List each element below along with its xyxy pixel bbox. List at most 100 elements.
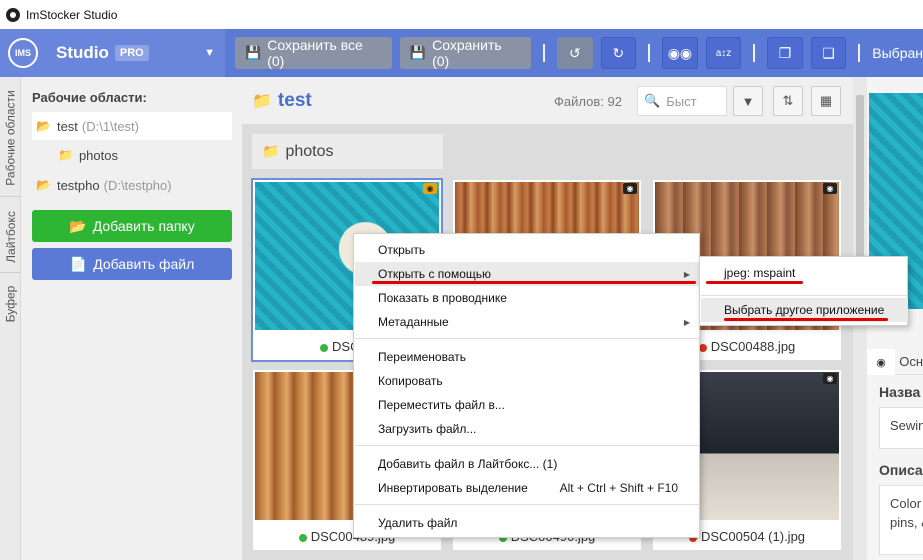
grid-icon: ▦ [819,93,833,108]
menu-item-open[interactable]: Открыть [355,238,700,262]
redo-icon: ↻ [612,44,625,61]
save-all-icon: 💾 [245,45,262,60]
menu-divider [355,504,700,505]
name-field[interactable]: Sewin [879,407,923,449]
add-file-button[interactable]: 📄 Добавить файл [32,248,232,280]
toolbar: IMS Studio PRO ▼ 💾 Сохранить все (0) 💾 С… [0,29,923,77]
menu-item-metadata[interactable]: Метаданные ▶ [355,310,700,334]
menu-item-invert-selection[interactable]: Инвертировать выделение Alt + Ctrl + Shif… [355,476,700,500]
name-label: Назва [879,384,921,400]
camera-icon: ◉ [876,356,886,369]
folder-icon: 📁 [58,148,73,162]
title-bar: ImStocker Studio [0,0,923,29]
paste-button[interactable]: ❏ [810,37,847,69]
context-menu: Открыть Открыть с помощью ▶ Показать в пр… [353,233,700,538]
menu-item-add-to-lightbox[interactable]: Добавить файл в Лайтбокс... (1) [355,452,700,476]
save-label: Сохранить (0) [432,37,502,69]
filter-button[interactable]: ▼ [733,86,763,116]
menu-item-delete-file[interactable]: Удалить файл [355,511,700,535]
save-all-label: Сохранить все (0) [267,37,363,69]
sort-button[interactable]: ⇅ [773,86,803,116]
vertical-tabs: Рабочие области Лайтбокс Буфер [0,77,21,560]
grid-view-button[interactable]: ▦ [811,86,841,116]
binoculars-button[interactable]: ◉◉ [662,37,698,69]
search-input[interactable]: 🔍 Быст [637,86,727,116]
workspace-name: photos [78,147,118,163]
studio-label: Studio [56,43,109,62]
chevron-down-icon: ▼ [204,47,216,59]
tab-camera[interactable]: ◉ [867,349,896,375]
toolbar-separator [648,44,651,62]
filter-icon: ▼ [741,93,755,109]
camera-icon: ◉ [423,183,437,194]
details-tabs: ◉ Осн [867,349,923,375]
search-placeholder: Быст [666,93,697,109]
add-file-label: Добавить файл [93,256,195,272]
save-icon: 💾 [409,45,427,60]
save-button[interactable]: 💾 Сохранить (0) [399,37,532,69]
add-folder-button[interactable]: 📂 Добавить папку [32,210,232,242]
annotation-underline [724,318,888,321]
camera-icon: ◉ [823,183,837,194]
menu-divider [701,295,908,296]
tab-lightbox[interactable]: Лайтбокс [0,201,21,273]
workspace-path: (D:\testpho) [103,177,172,193]
copy-icon: ❐ [778,44,792,61]
window-title: ImStocker Studio [26,7,118,22]
camera-icon: ◉ [823,373,837,384]
workspace-item-photos[interactable]: 📁 photos [32,141,232,169]
copy-button[interactable]: ❐ [767,37,803,69]
file-count: Файлов: 92 [554,94,622,109]
menu-item-upload-file[interactable]: Загрузить файл... [355,417,700,441]
add-folder-label: Добавить папку [92,218,195,234]
page-title-text: test [277,90,312,111]
workspace-item-test[interactable]: 📂 test (D:\1\test) [32,112,232,140]
annotation-underline [706,281,803,284]
toolbar-separator [543,44,546,62]
menu-item-copy[interactable]: Копировать [355,369,700,393]
open-with-submenu: jpeg: mspaint Выбрать другое приложение [699,256,908,326]
paste-icon: ❏ [822,44,835,61]
menu-item-move-file[interactable]: Переместить файл в... [355,393,700,417]
description-label: Описа [879,462,923,478]
workspace-name: testpho [56,177,100,193]
menu-item-show-in-explorer[interactable]: Показать в проводнике [355,286,700,310]
workspace-name: test [56,118,78,134]
undo-button[interactable]: ↺ [557,37,593,69]
sort-az-icon: a↕z [715,47,732,59]
ims-logo: IMS [8,38,38,68]
selected-label: Выбран [872,45,923,61]
file-icon: 📄 [69,255,88,272]
sort-az-button[interactable]: a↕z [705,37,742,69]
menu-divider [355,445,700,446]
search-icon: 🔍 [644,93,661,108]
status-dot [298,533,307,542]
workspaces-title: Рабочие области: [32,90,147,105]
redo-button[interactable]: ↻ [600,37,637,69]
camera-icon: ◉ [623,183,637,194]
page-title: 📁 test [252,90,312,112]
tab-main[interactable]: Осн [895,349,923,374]
workspace-item-testpho[interactable]: 📂 testpho (D:\testpho) [32,171,232,199]
folder-open-icon: 📂 [69,217,87,234]
menu-hotkey: Alt + Ctrl + Shift + F10 [559,481,678,495]
description-field[interactable]: Color pins, & [879,485,923,555]
save-all-button[interactable]: 💾 Сохранить все (0) [235,37,392,69]
workspaces-panel: Рабочие области: 📂 test (D:\1\test) 📁 ph… [21,77,242,560]
menu-divider [355,338,700,339]
tab-buffer[interactable]: Буфер [0,277,21,331]
workspace-path: (D:\1\test) [81,118,139,134]
folder-open-icon: 📂 [36,178,51,192]
folder-icon: 📁 [262,143,280,159]
folder-icon: 📁 [252,93,272,110]
folder-card-label: photos [285,142,334,160]
studio-switcher[interactable]: IMS Studio PRO ▼ [0,29,226,77]
pro-badge: PRO [114,45,149,61]
folder-card-photos[interactable]: 📁 photos [252,134,443,169]
folder-open-icon: 📂 [36,119,51,133]
tab-workspaces[interactable]: Рабочие области [0,79,21,197]
undo-icon: ↺ [569,44,581,61]
annotation-underline [372,281,696,284]
menu-item-rename[interactable]: Переименовать [355,345,700,369]
main-header: 📁 test Файлов: 92 🔍 Быст ▼ ⇅ ▦ [242,77,853,124]
